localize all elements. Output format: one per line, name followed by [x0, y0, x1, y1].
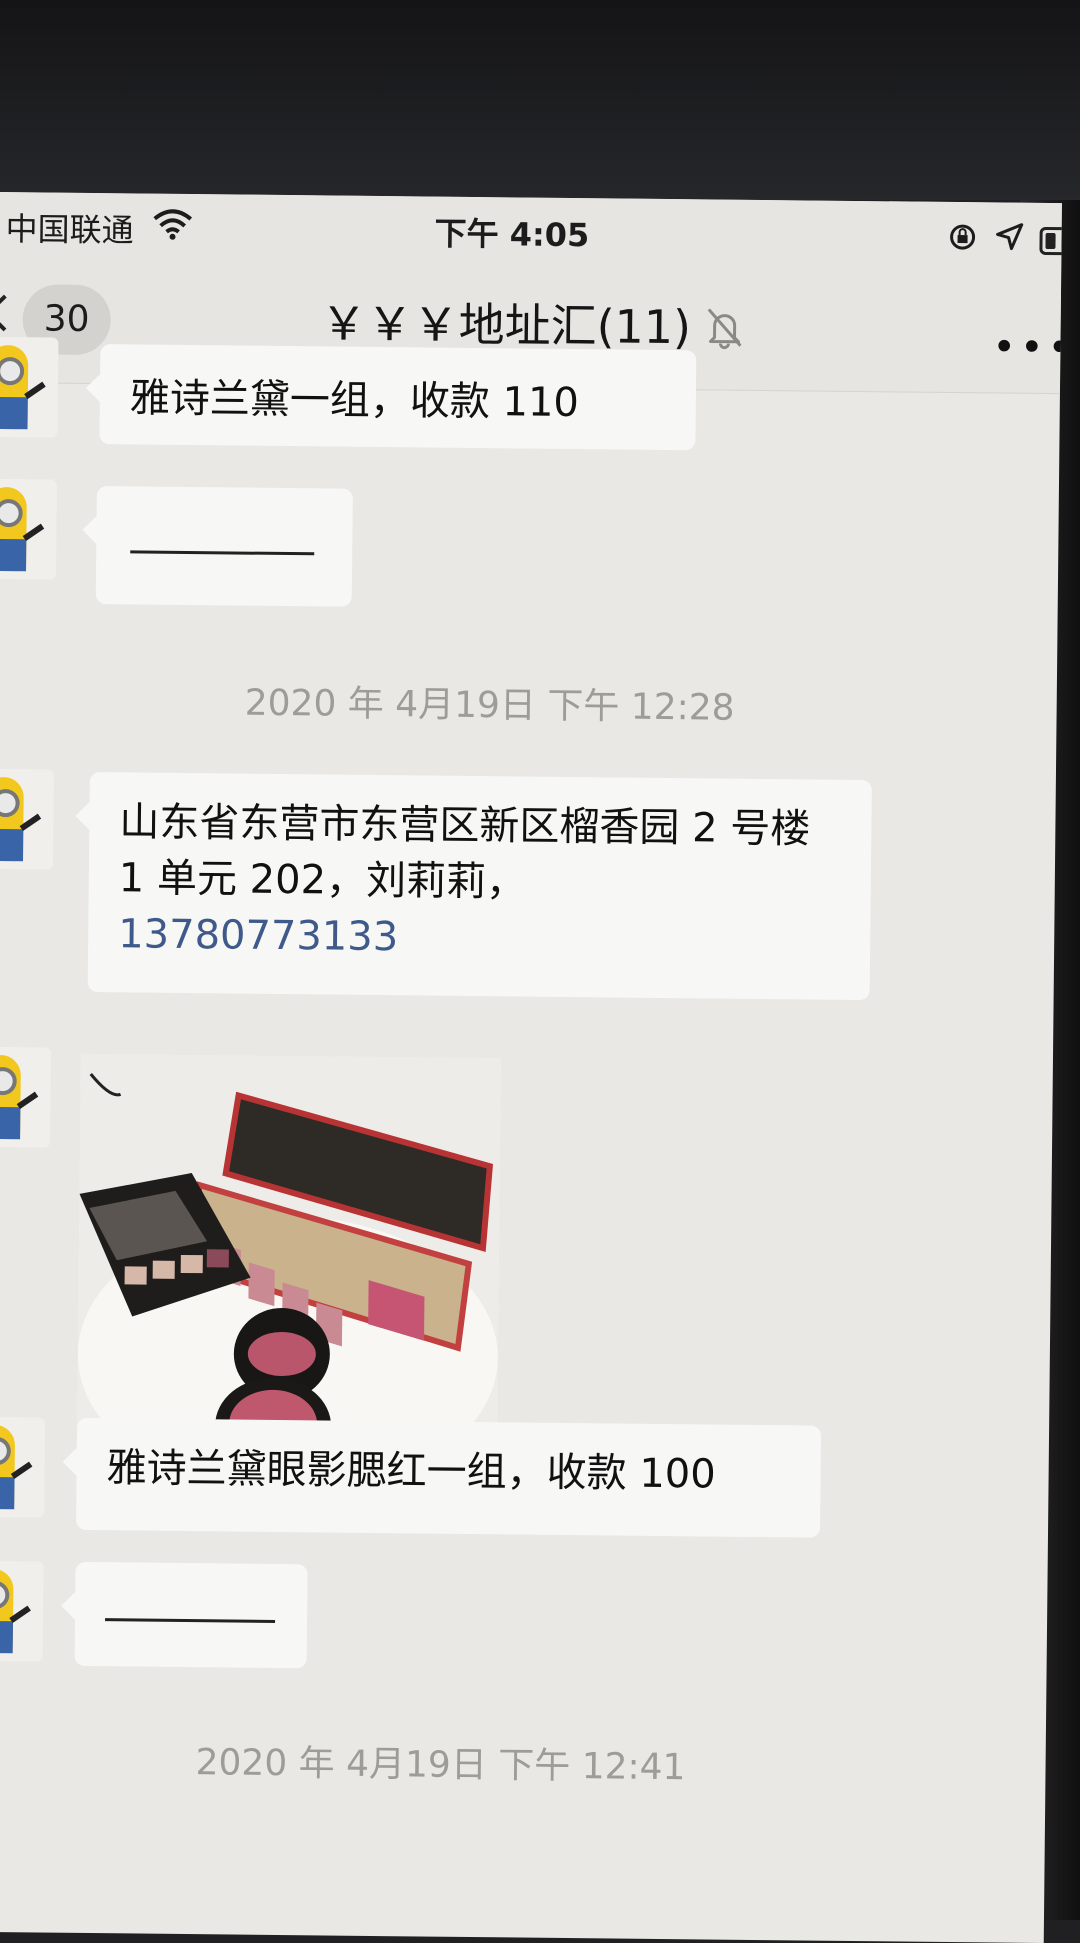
- status-bar: 中国联通 下午 4:05: [0, 192, 1062, 270]
- address-text: 山东省东营市东营区新区榴香园 2 号楼 1 单元 202，刘莉莉，: [118, 799, 811, 906]
- battery-icon: [1039, 226, 1062, 256]
- message-underline: [105, 1618, 276, 1623]
- mute-bell-icon: [707, 308, 742, 350]
- message-list: 雅诗兰黛一组，收款 110 2020 年 4月19日 下午 12:28 山东省东…: [0, 336, 1060, 1943]
- rotation-lock-icon: [950, 224, 976, 250]
- message-timestamp: 2020 年 4月19日 下午 12:41: [195, 1742, 686, 1789]
- minion-avatar[interactable]: [0, 336, 59, 438]
- more-icon[interactable]: •••: [992, 324, 1062, 371]
- minion-avatar[interactable]: [0, 1560, 44, 1662]
- product-photo[interactable]: [76, 1053, 501, 1477]
- address-message-bubble[interactable]: 山东省东营市东营区新区榴香园 2 号楼 1 单元 202，刘莉莉， 137807…: [87, 771, 872, 1001]
- carrier-label: 中国联通: [5, 210, 134, 250]
- minion-avatar[interactable]: [0, 478, 57, 580]
- wifi-icon: [153, 209, 193, 240]
- message-bubble[interactable]: 雅诗兰黛一组，收款 110: [99, 344, 697, 451]
- back-icon[interactable]: [0, 294, 23, 332]
- message-bubble[interactable]: [74, 1561, 308, 1669]
- minion-avatar[interactable]: [0, 768, 54, 870]
- message-text: 山东省东营市东营区新区榴香园 2 号楼 1 单元 202，刘莉莉， 137807…: [88, 772, 872, 992]
- message-timestamp: 2020 年 4月19日 下午 12:28: [244, 682, 735, 729]
- message-bubble[interactable]: [95, 486, 353, 607]
- monitor-bezel-top: [0, 0, 1080, 200]
- message-text: 雅诗兰黛一组，收款 110: [129, 375, 580, 427]
- message-underline: [130, 550, 315, 556]
- minion-avatar[interactable]: [0, 1416, 46, 1518]
- location-icon: [996, 223, 1024, 251]
- message-bubble[interactable]: 雅诗兰黛眼影腮红一组，收款 100: [75, 1417, 822, 1538]
- minion-avatar[interactable]: [0, 1046, 52, 1148]
- message-text: 雅诗兰黛眼影腮红一组，收款 100: [106, 1445, 716, 1498]
- makeup-palette-photo: [76, 1053, 501, 1477]
- status-clock: 下午 4:05: [434, 214, 590, 255]
- phone-number-link[interactable]: 13780773133: [118, 911, 398, 960]
- phone-screen: 中国联通 下午 4:05 30 ￥￥￥地址汇(11) ••• 雅诗兰黛一组，收款…: [0, 192, 1062, 1943]
